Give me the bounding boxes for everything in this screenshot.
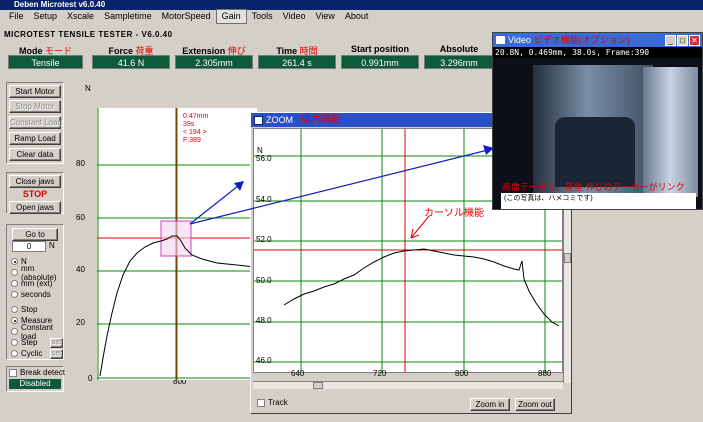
- arrow-head: [483, 145, 494, 155]
- arrow-plot-to-video: [189, 149, 489, 225]
- link-arrows: [189, 145, 494, 225]
- arrow-head: [234, 181, 244, 191]
